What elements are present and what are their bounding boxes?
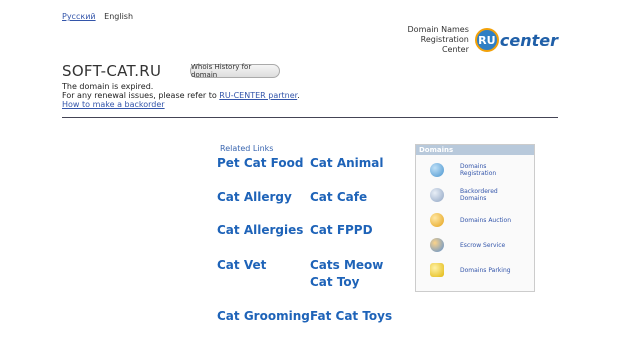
logo-caption-line3: Center bbox=[441, 45, 469, 54]
related-link[interactable]: Pet Cat Food bbox=[217, 156, 303, 170]
ru-wings-icon bbox=[430, 188, 444, 202]
panel-item-label: Domains Parking bbox=[460, 266, 511, 274]
panel-item-parking[interactable]: Domains Parking bbox=[430, 263, 520, 277]
renewal-text: For any renewal issues, please refer to … bbox=[62, 91, 300, 100]
ru-center-logo[interactable]: RU center bbox=[474, 28, 558, 52]
related-links-title: Related Links bbox=[220, 144, 274, 153]
renewal-suffix: . bbox=[297, 91, 300, 100]
related-link[interactable]: Cats Meow bbox=[310, 258, 383, 272]
panel-title: Domains bbox=[416, 145, 534, 155]
panel-item-auction[interactable]: Domains Auction bbox=[430, 213, 520, 227]
parking-icon bbox=[430, 263, 444, 277]
backorder-link[interactable]: How to make a backorder bbox=[62, 100, 165, 109]
related-link[interactable]: Cat Vet bbox=[217, 258, 266, 272]
domains-panel: Domains Domains Registration Backordered… bbox=[415, 144, 535, 292]
panel-item-label: Domains Auction bbox=[460, 216, 512, 224]
divider bbox=[62, 117, 558, 118]
related-link[interactable]: Cat Animal bbox=[310, 156, 383, 170]
panel-item-registration[interactable]: Domains Registration bbox=[430, 163, 520, 177]
logo-caption-line1: Domain Names bbox=[407, 25, 469, 34]
lang-russian-link[interactable]: Русский bbox=[62, 12, 96, 21]
handshake-icon bbox=[430, 238, 444, 252]
globe-icon bbox=[430, 163, 444, 177]
expiry-info: The domain is expired. For any renewal i… bbox=[62, 82, 300, 109]
related-link[interactable]: Cat Allergy bbox=[217, 190, 292, 204]
related-link[interactable]: Cat FPPD bbox=[310, 223, 373, 237]
panel-item-label: Escrow Service bbox=[460, 241, 506, 249]
panel-item-label: Backordered Domains bbox=[460, 188, 498, 202]
logo-wordmark: center bbox=[499, 30, 558, 50]
renewal-prefix: For any renewal issues, please refer to bbox=[62, 91, 220, 100]
panel-item-backordered[interactable]: Backordered Domains bbox=[430, 188, 520, 202]
logo-caption: Domain Names Registration Center bbox=[408, 25, 469, 55]
panel-item-label: Domains Registration bbox=[460, 163, 497, 177]
related-link[interactable]: Fat Cat Toys bbox=[310, 309, 392, 323]
ru-center-partner-link[interactable]: RU-CENTER partner bbox=[219, 91, 297, 100]
related-link[interactable]: Cat Toy bbox=[310, 275, 359, 289]
logo-caption-line2: Registration bbox=[420, 35, 469, 44]
related-link[interactable]: Cat Allergies bbox=[217, 223, 303, 237]
lang-english: English bbox=[104, 12, 134, 21]
related-link[interactable]: Cat Grooming bbox=[217, 309, 310, 323]
whois-history-button[interactable]: Whois History for domain bbox=[190, 63, 280, 79]
gavel-icon bbox=[430, 213, 444, 227]
panel-item-escrow[interactable]: Escrow Service bbox=[430, 238, 520, 252]
language-switcher: Русский English bbox=[62, 12, 133, 21]
ru-center-logo-block[interactable]: Domain Names Registration Center RU cent… bbox=[408, 25, 558, 55]
ru-badge-icon: RU bbox=[474, 28, 499, 52]
related-link[interactable]: Cat Cafe bbox=[310, 190, 367, 204]
domain-name: SOFT-CAT.RU bbox=[62, 62, 162, 80]
expired-text: The domain is expired. bbox=[62, 82, 154, 91]
